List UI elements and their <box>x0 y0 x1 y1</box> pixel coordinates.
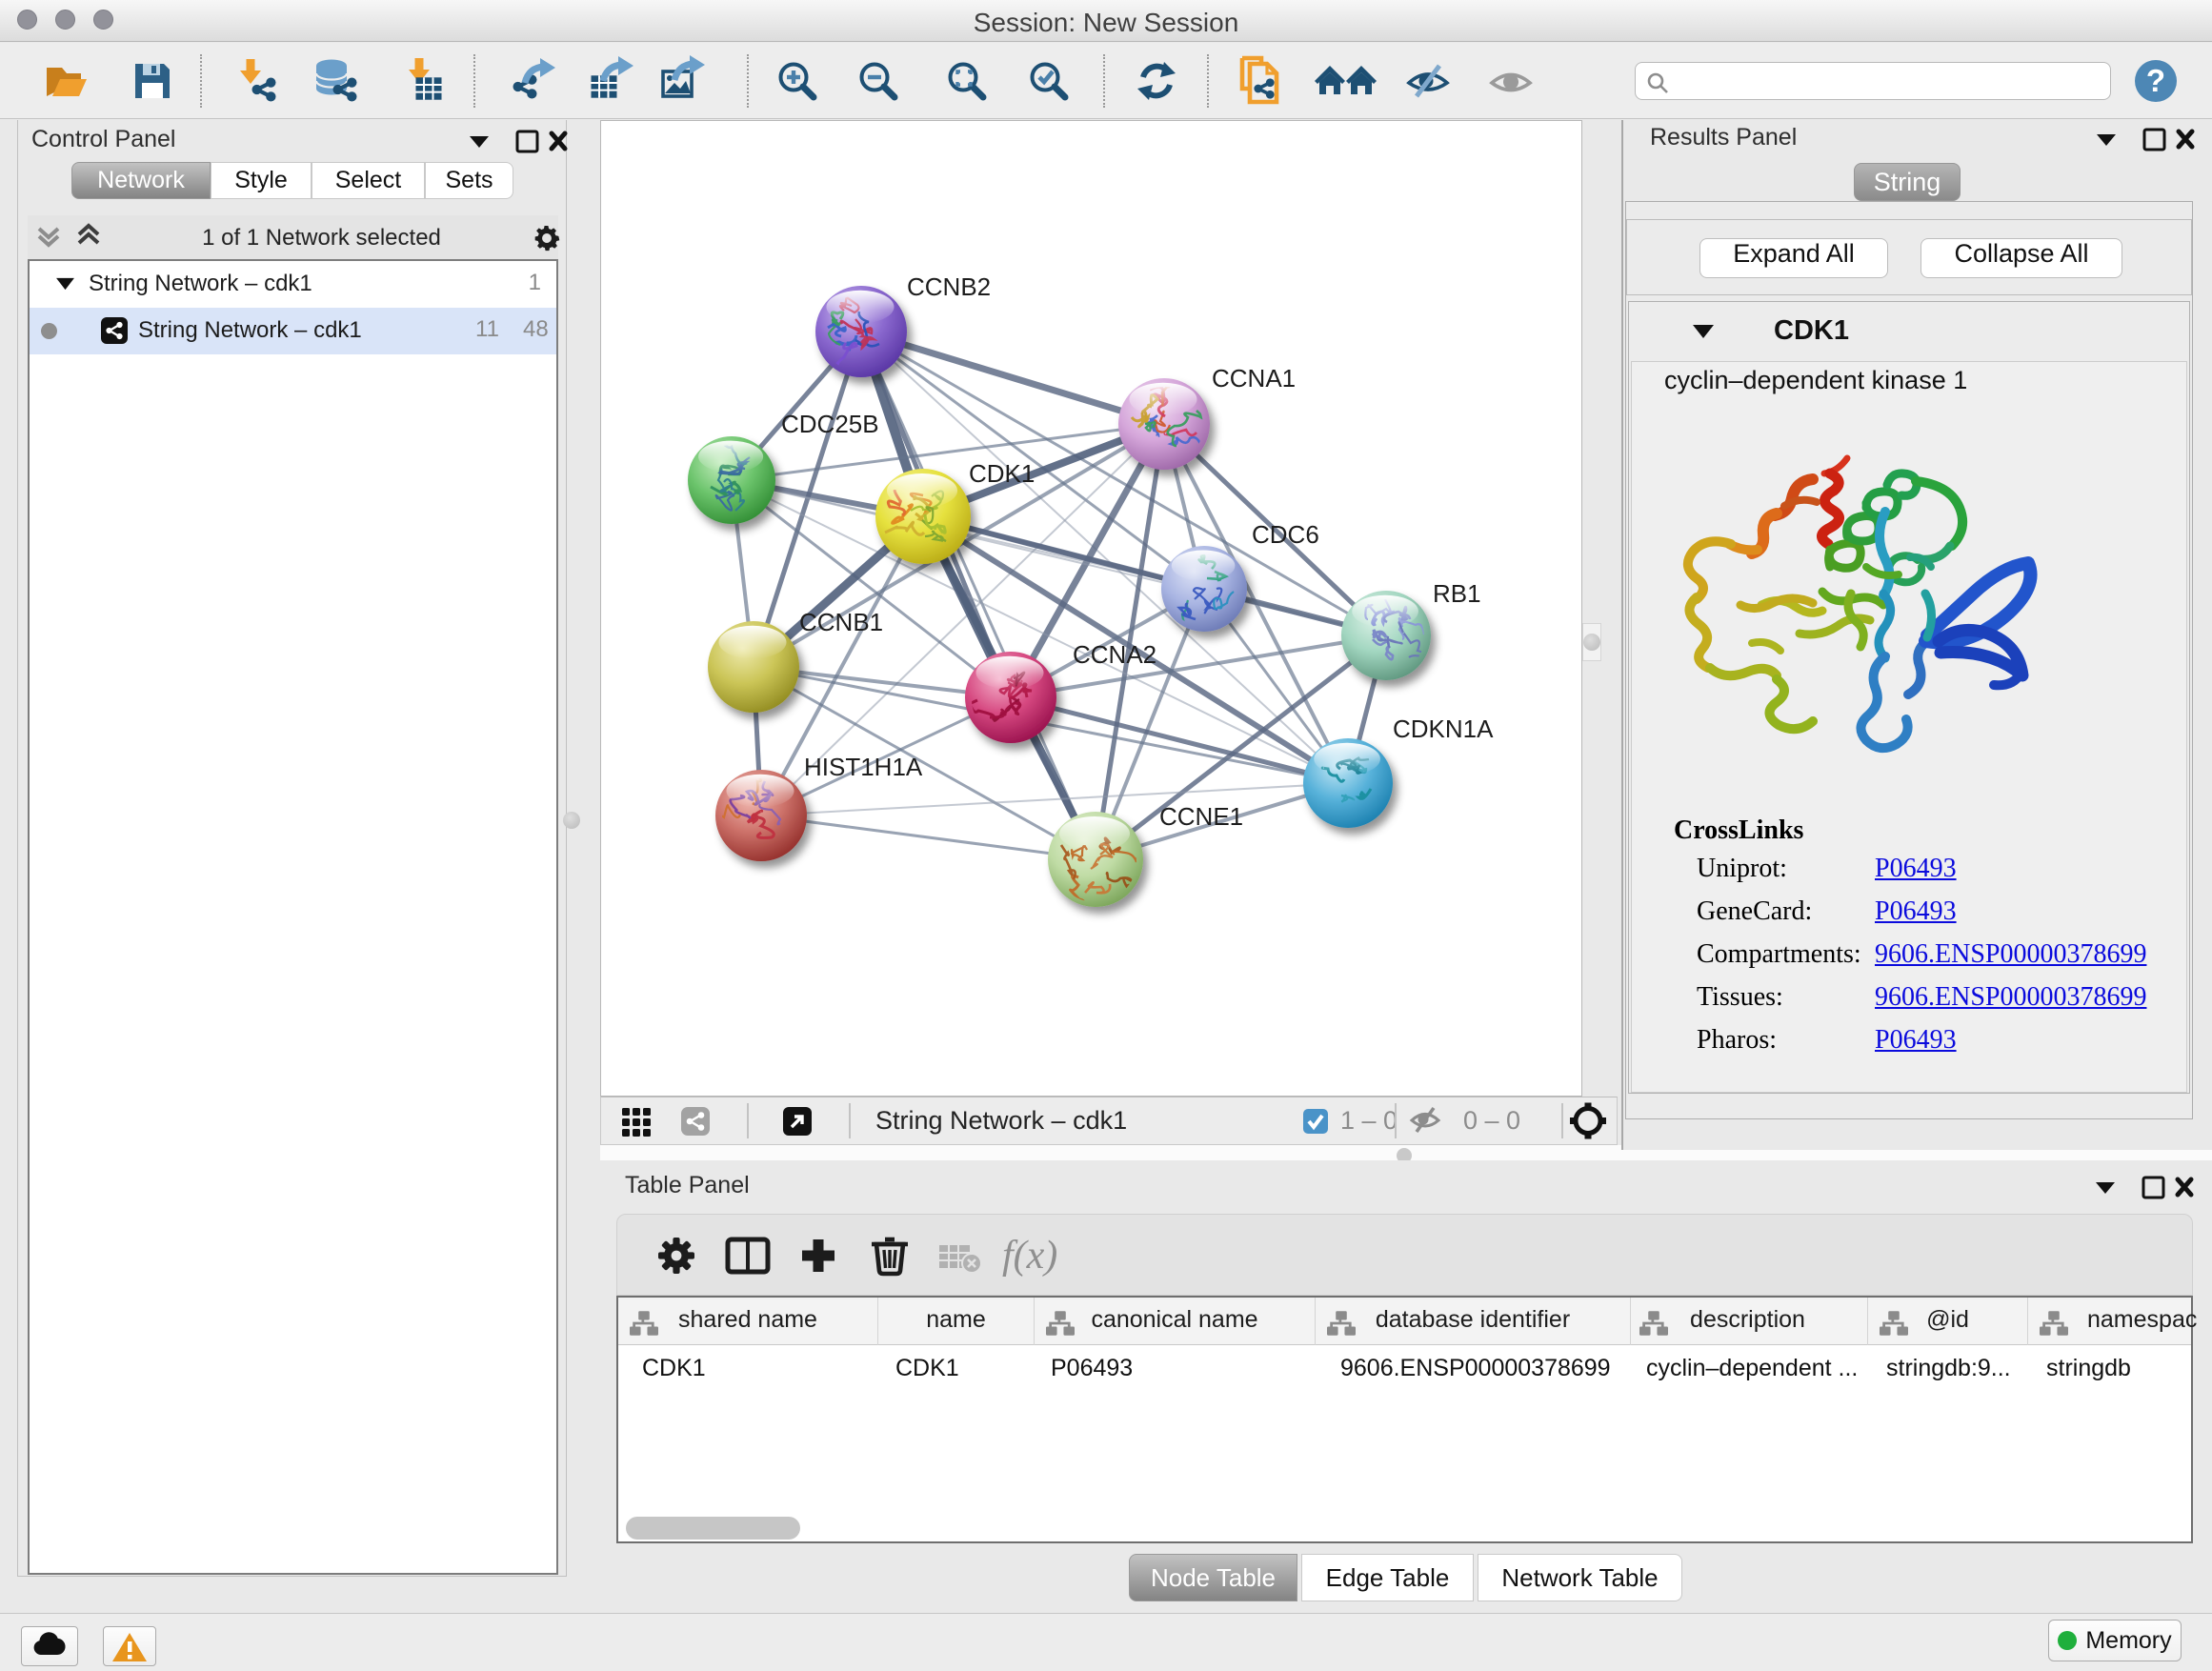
svg-text:CCNB2: CCNB2 <box>907 272 991 301</box>
svg-text:CCNA2: CCNA2 <box>1073 640 1156 669</box>
svg-text:?: ? <box>2146 63 2165 98</box>
svg-text:CDC6: CDC6 <box>1252 520 1319 549</box>
svg-text:CDKN1A: CDKN1A <box>1393 715 1494 743</box>
svg-text:CDC25B: CDC25B <box>781 410 879 438</box>
svg-text:CCNE1: CCNE1 <box>1159 802 1243 831</box>
svg-text:CCNB1: CCNB1 <box>799 608 883 636</box>
svg-text:f(x): f(x) <box>1002 1234 1057 1278</box>
svg-text:RB1: RB1 <box>1433 579 1481 608</box>
svg-text:1 – 0: 1 – 0 <box>1340 1106 1398 1135</box>
svg-text:CCNA1: CCNA1 <box>1212 364 1296 393</box>
svg-text:HIST1H1A: HIST1H1A <box>804 753 923 781</box>
svg-text:String Network – cdk1: String Network – cdk1 <box>875 1106 1127 1135</box>
svg-text:0 – 0: 0 – 0 <box>1463 1106 1520 1135</box>
svg-text:CDK1: CDK1 <box>969 459 1035 488</box>
